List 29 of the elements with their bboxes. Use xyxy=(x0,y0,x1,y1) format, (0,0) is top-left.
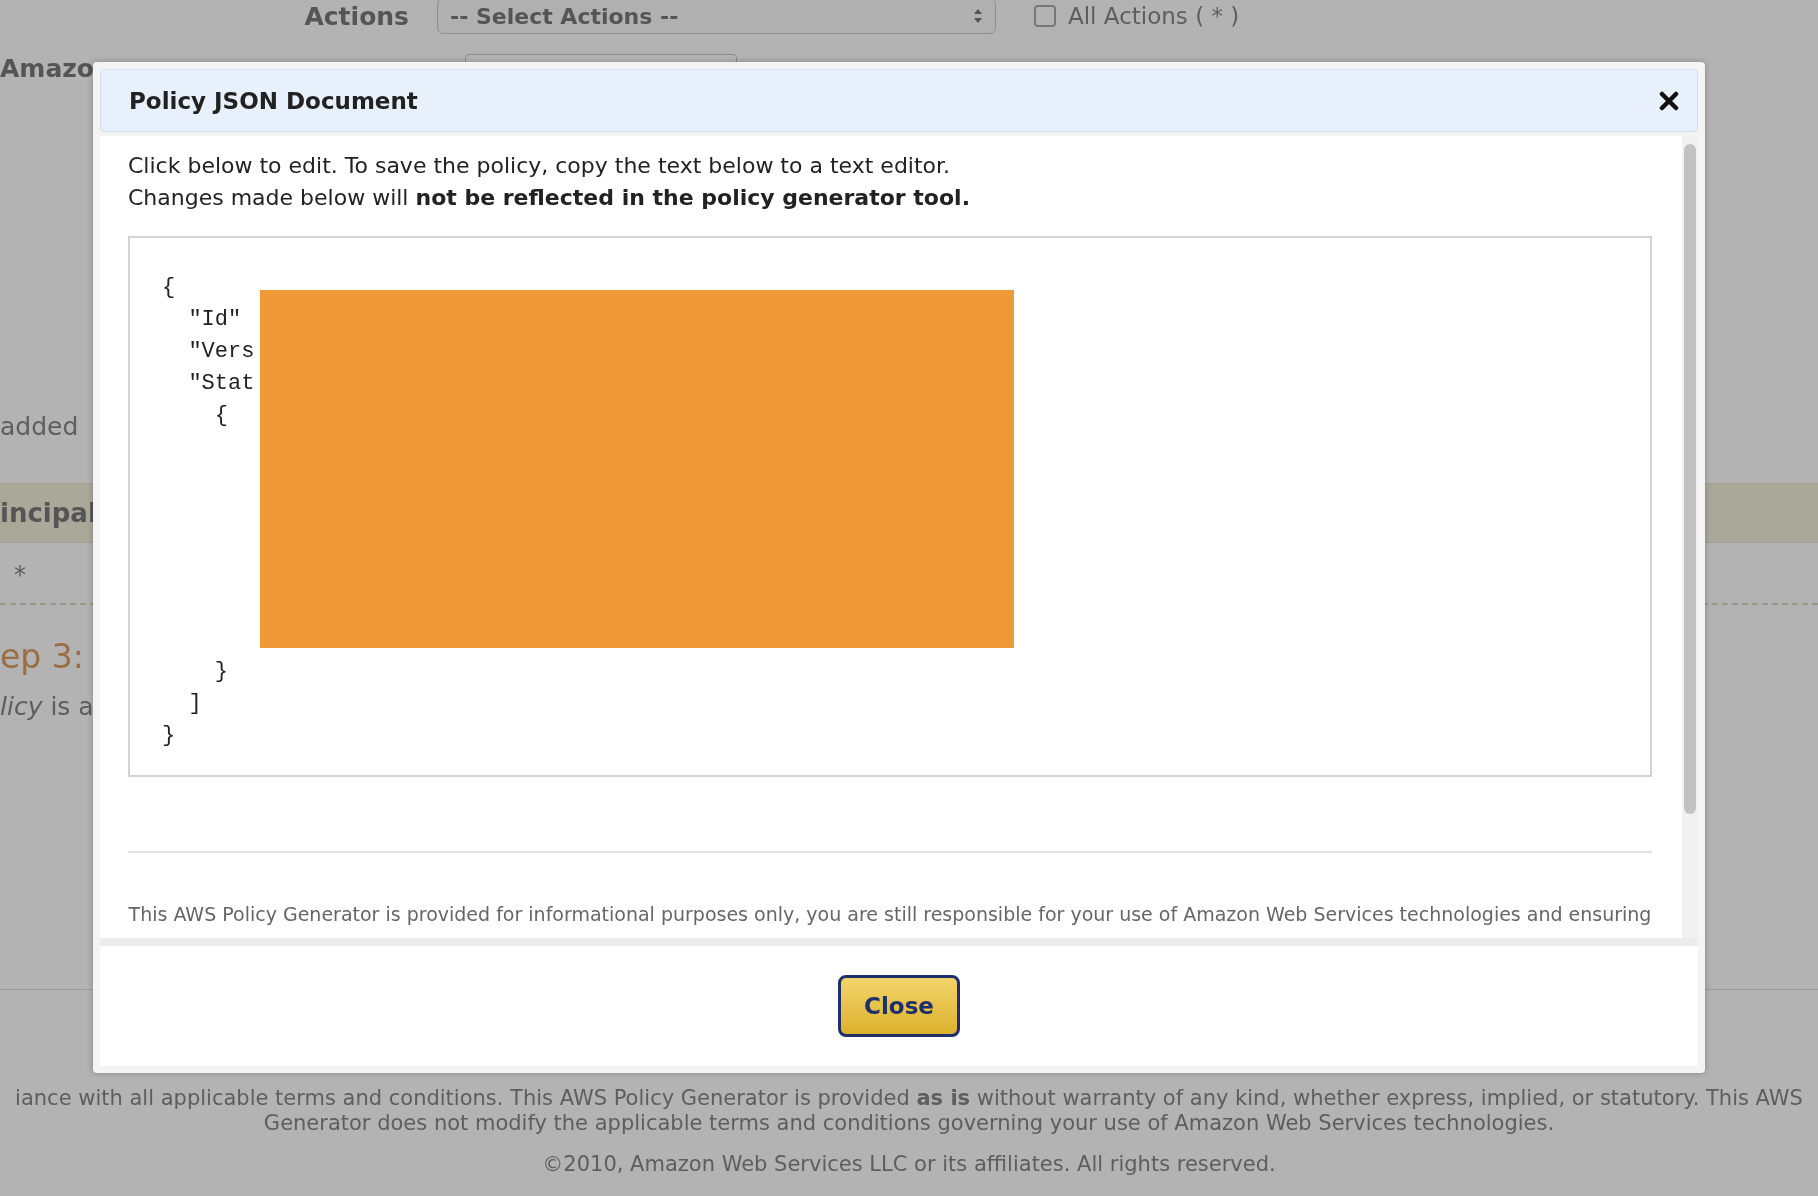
code-line: { xyxy=(162,274,176,302)
arn-label: Amazo xyxy=(0,54,95,83)
code-line: "Vers xyxy=(187,338,255,366)
actions-label: Actions xyxy=(303,1,410,31)
step-heading: ep 3: xyxy=(0,637,84,676)
code-line: "Stat xyxy=(187,370,255,398)
code-line: ] xyxy=(187,690,202,718)
intro-text: Changes made below will not be reflected in the policy generator tool. xyxy=(128,184,971,212)
close-button[interactable]: Close xyxy=(838,975,960,1037)
all-actions-checkbox[interactable] xyxy=(1034,5,1056,27)
footer-text: Generator does not modify the applicable terms and conditions governing your use of Amazon Web Services technologies. xyxy=(263,1111,1555,1136)
step-text: licy is a xyxy=(0,692,94,721)
close-icon[interactable] xyxy=(1659,90,1679,111)
policy-json-editor[interactable]: { "Id" "Vers "Stat { } ] } xyxy=(128,236,1652,777)
modal-title: Policy JSON Document xyxy=(129,87,418,114)
code-line: } xyxy=(162,722,176,750)
table-header-text: incipal xyxy=(0,498,97,528)
note-text: added xyxy=(0,412,79,441)
disclaimer-text: This AWS Policy Generator is provided for informational purposes only, you are still responsible for your use of Amazon Web Services technologies and ensuring xyxy=(128,903,1652,925)
code-line: { xyxy=(213,402,228,430)
footer-text: iance with all applicable terms and conditions. This AWS Policy Generator is provided as is without warranty of any kind, whether express, implied, or statutory. This AWS xyxy=(15,1086,1803,1111)
code-line: } xyxy=(213,658,228,686)
copyright-text: ©2010, Amazon Web Services LLC or its affiliates. All rights reserved. xyxy=(542,1152,1276,1177)
table-cell: * xyxy=(14,561,26,589)
scrollbar-thumb[interactable] xyxy=(1684,144,1696,814)
intro-text: Click below to edit. To save the policy, copy the text below to a text editor. xyxy=(128,152,952,180)
code-line: "Id" xyxy=(187,306,242,334)
all-actions-label: All Actions ( * ) xyxy=(1068,3,1240,29)
dropdown-caret-icon xyxy=(973,8,983,24)
